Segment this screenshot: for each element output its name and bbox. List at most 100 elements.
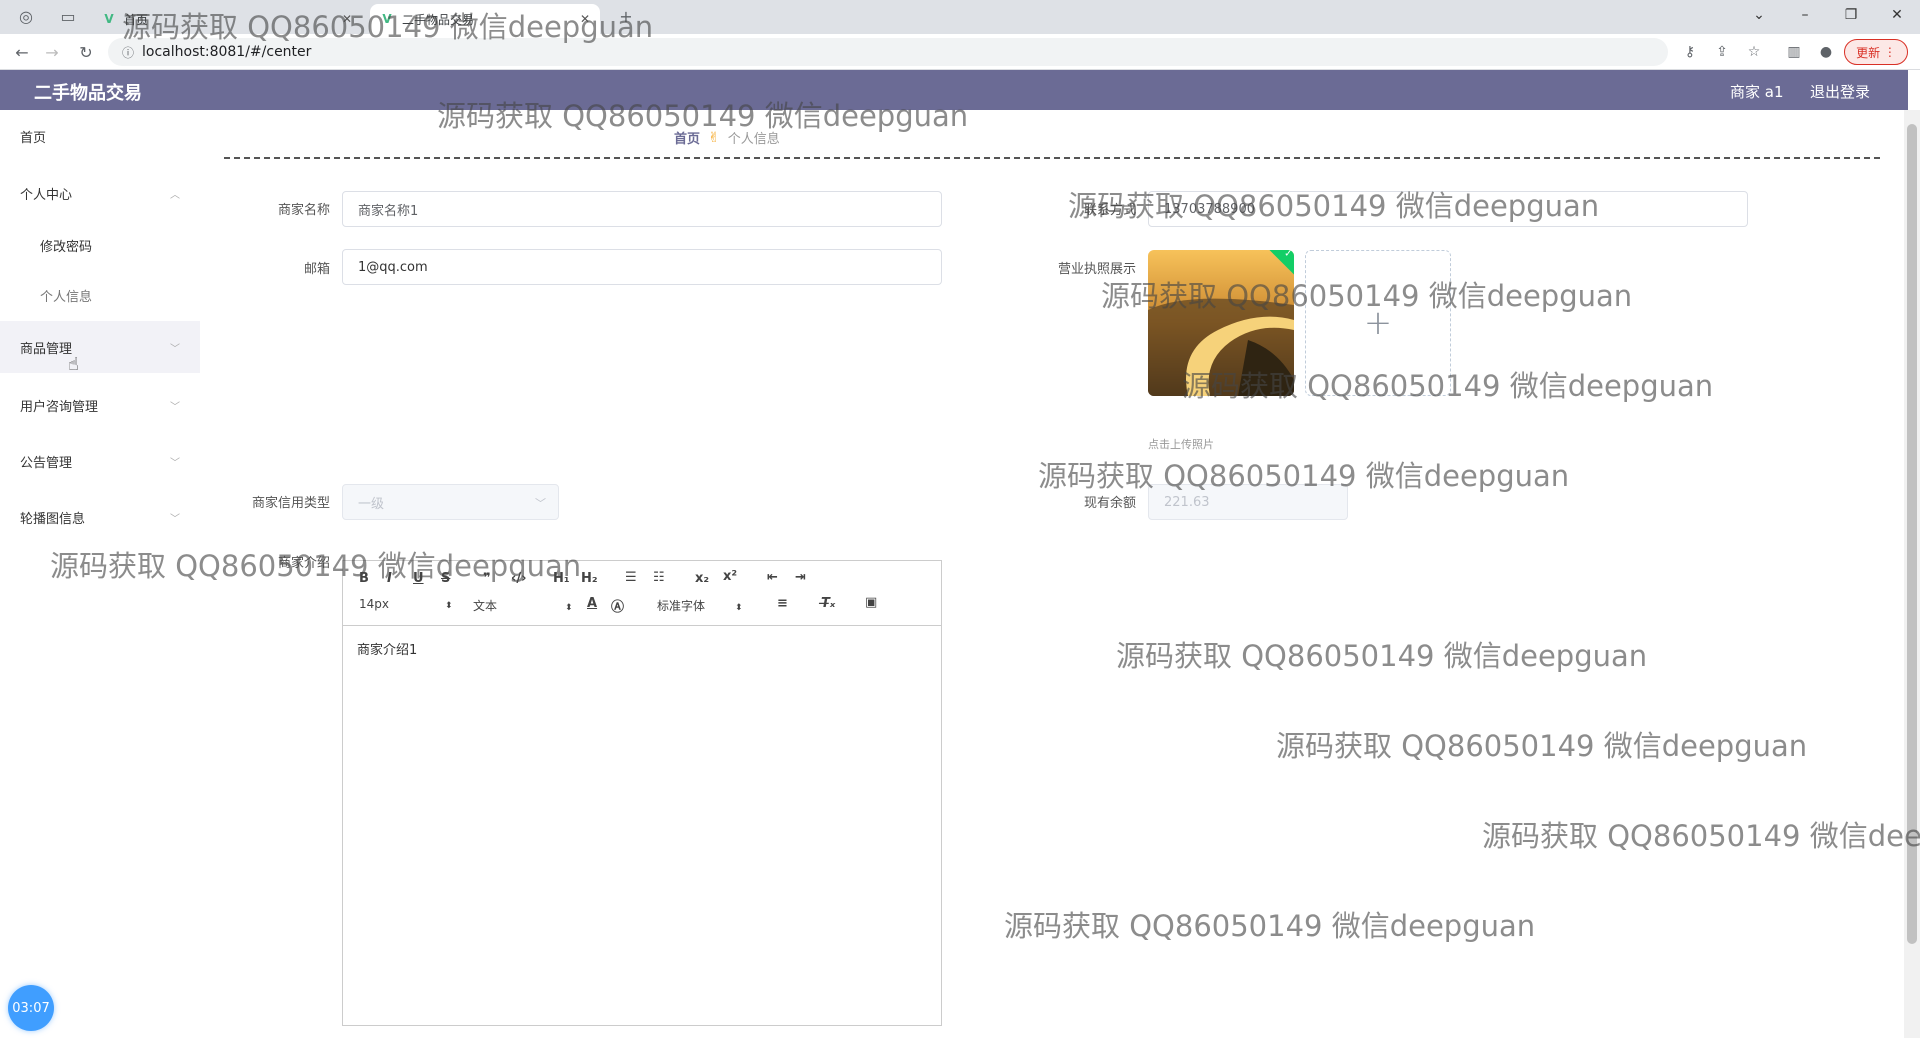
merchant-name-label: 商家名称 (277, 203, 330, 218)
sidebar-item-change-password[interactable]: 修改密码 (0, 219, 200, 271)
select-arrows-icon: ⬍ (565, 603, 573, 613)
outdent-icon[interactable]: ⇤ (767, 570, 778, 585)
font-family-select[interactable]: 标准字体 ⬍ (657, 597, 743, 614)
credit-type-select[interactable]: 一级 ﹀ (342, 484, 559, 520)
email-input[interactable]: 1@qq.com (342, 249, 942, 285)
chrome-icon: ◎ (19, 6, 33, 26)
merchant-name-input[interactable]: 商家名称1 (342, 191, 942, 227)
sidebar-item-label: 修改密码 (40, 239, 93, 255)
heading-select[interactable]: 文本 ⬍ (473, 597, 573, 614)
bullet-list-icon[interactable]: ☷ (653, 570, 665, 585)
contact-input[interactable]: 13703788900 (1148, 191, 1748, 227)
credit-type-value: 一级 (358, 496, 385, 512)
update-label: 更新 (1856, 45, 1881, 60)
sidebar-item-label: 用户咨询管理 (20, 399, 99, 415)
sidebar-item-personal-center[interactable]: 个人中心 ︿ (0, 167, 200, 219)
scroll-thumb[interactable] (1907, 124, 1917, 944)
sidebar-item-label: 首页 (20, 130, 47, 146)
profile-icon[interactable]: ● (1816, 42, 1836, 62)
sidebar-item-carousel[interactable]: 轮播图信息 ﹀ (0, 491, 200, 543)
align-icon[interactable]: ≡ (777, 596, 788, 611)
sidebar-item-goods[interactable]: 商品管理 ﹀ (0, 321, 200, 373)
sidebar: 首页 个人中心 ︿ 修改密码 个人信息 商品管理 ﹀ 用户咨询管理 ﹀ 公告管理 ﹀ 轮… (0, 110, 200, 1038)
close-icon[interactable]: ✕ (342, 12, 352, 26)
cursor-icon: ☝ (68, 354, 79, 375)
chevron-down-icon: ﹀ (170, 401, 180, 413)
browser-toolbar: ← → ↻ ⓘ localhost:8081/#/center ⚷ ⇪ ☆ ▥ … (0, 34, 1920, 70)
sidebar-item-label: 商品管理 (20, 341, 73, 357)
share-icon[interactable]: ⇪ (1712, 42, 1732, 62)
tab-app[interactable]: V 二手物品交易 ✕ (370, 4, 600, 34)
chevron-up-icon: ︿ (170, 189, 180, 201)
logout-button[interactable]: 退出登录 (1810, 81, 1870, 102)
tab-list-icon[interactable]: ⌄ (1736, 0, 1782, 30)
strike-icon[interactable]: S (441, 571, 450, 586)
superscript-icon[interactable]: x² (723, 569, 737, 584)
plus-icon: + (1363, 303, 1393, 343)
upload-tip: 点击上传照片 (1148, 438, 1214, 451)
font-size-select[interactable]: 14px ⬍ (359, 597, 453, 611)
italic-icon[interactable]: I (387, 571, 392, 586)
tab-title: 首页 (124, 12, 149, 27)
new-tab-icon[interactable]: + (614, 4, 638, 28)
balance-input[interactable]: 221.63 (1148, 484, 1348, 520)
restore-icon[interactable]: ❐ (1828, 0, 1874, 30)
sidepanel-icon[interactable]: ▥ (1784, 42, 1804, 62)
reload-icon[interactable]: ↻ (74, 40, 98, 64)
app-title: 二手物品交易 (34, 83, 142, 104)
watermark: 源码获取 QQ86050149 微信deepguan (1004, 909, 1536, 943)
check-icon: ✓ (1284, 250, 1293, 260)
window-close-icon[interactable]: ✕ (1874, 0, 1920, 30)
clear-format-icon[interactable]: T̶ₓ (821, 596, 835, 611)
tab-title: 二手物品交易 (402, 12, 475, 27)
tab-search-icon[interactable]: ▭ (56, 4, 80, 28)
tab-home[interactable]: V 首页 ✕ (92, 4, 362, 34)
indent-icon[interactable]: ⇥ (795, 570, 806, 585)
image-icon[interactable]: ▣ (865, 595, 877, 610)
subscript-icon[interactable]: x₂ (695, 571, 709, 586)
url-text: localhost:8081/#/center (142, 44, 312, 60)
key-icon[interactable]: ⚷ (1680, 42, 1700, 62)
font-color-icon[interactable]: A (587, 596, 597, 611)
sidebar-item-notice[interactable]: 公告管理 ﹀ (0, 435, 200, 487)
upload-button[interactable]: + (1305, 250, 1451, 396)
star-icon[interactable]: ☆ (1744, 42, 1764, 62)
info-icon[interactable]: ⓘ (122, 44, 134, 61)
sidebar-item-personal-info[interactable]: 个人信息 (0, 269, 200, 321)
timer-badge[interactable]: 03:07 (8, 985, 54, 1031)
breadcrumb: 首页 ✌ 个人信息 (674, 128, 780, 148)
intro-label: 商家介绍 (277, 556, 330, 571)
select-arrows-icon: ⬍ (445, 601, 453, 611)
font-family-value: 标准字体 (657, 599, 706, 613)
code-icon[interactable]: ‹/› (511, 571, 526, 586)
forward-icon[interactable]: → (40, 40, 64, 64)
app-header: 二手物品交易 商家 a1 退出登录 (0, 70, 1908, 110)
font-size-value: 14px (359, 597, 389, 611)
sidebar-item-home[interactable]: 首页 (0, 110, 200, 162)
minimize-icon[interactable]: – (1782, 0, 1828, 30)
balance-label: 现有余额 (1083, 496, 1136, 511)
divider (224, 157, 1880, 159)
page-scrollbar[interactable] (1904, 110, 1920, 1038)
user-label: 商家 a1 (1730, 83, 1784, 101)
underline-icon[interactable]: U (413, 571, 424, 586)
bold-icon[interactable]: B (359, 571, 369, 586)
update-button[interactable]: 更新 ⋮ (1844, 39, 1908, 65)
editor-content[interactable]: 商家介绍1 (357, 639, 417, 658)
quote-icon[interactable]: ❞ (483, 571, 491, 586)
heading-value: 文本 (473, 599, 498, 613)
address-bar[interactable]: ⓘ localhost:8081/#/center (108, 38, 1668, 66)
vue-icon: V (104, 12, 114, 26)
back-icon[interactable]: ← (10, 40, 34, 64)
sidebar-item-consult[interactable]: 用户咨询管理 ﹀ (0, 379, 200, 431)
background-color-icon[interactable]: Ⓐ (611, 596, 624, 615)
h1-icon[interactable]: H₁ (553, 571, 570, 586)
h2-icon[interactable]: H₂ (581, 571, 598, 586)
chevron-down-icon: ﹀ (170, 457, 180, 469)
contact-label: 联系方式 (1083, 203, 1136, 218)
close-icon[interactable]: ✕ (580, 12, 590, 26)
breadcrumb-home[interactable]: 首页 (674, 128, 700, 147)
chevron-down-icon: ﹀ (170, 343, 180, 355)
ordered-list-icon[interactable]: ☰ (625, 570, 637, 585)
license-image[interactable]: ✓ (1148, 250, 1294, 396)
